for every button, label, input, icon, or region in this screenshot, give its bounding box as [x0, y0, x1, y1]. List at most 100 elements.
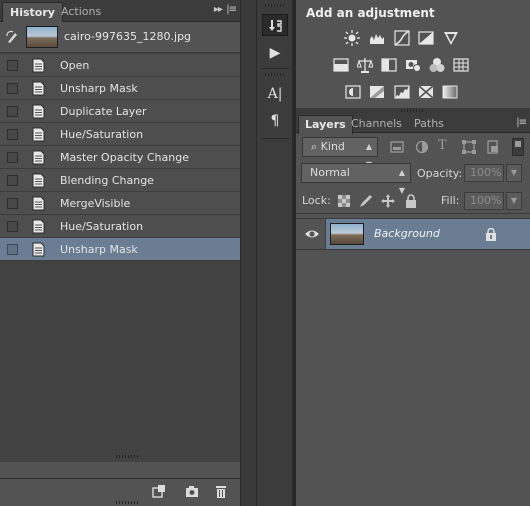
strip-grip-top[interactable]: [265, 4, 285, 7]
blend-mode-dropdown[interactable]: Normal ▲ ▼: [301, 163, 411, 195]
paragraph-icon[interactable]: ¶: [262, 110, 288, 132]
history-state-row[interactable]: MergeVisible: [0, 192, 240, 215]
history-state-label: Unsharp Mask: [60, 243, 138, 256]
history-state-row[interactable]: Unsharp Mask: [0, 238, 240, 261]
panel-menu-icon[interactable]: ▸▸ |≡: [214, 4, 237, 15]
history-source-checkbox[interactable]: [7, 83, 18, 94]
tab-channels[interactable]: Channels: [345, 115, 408, 134]
history-brush-source-icon[interactable]: [6, 30, 20, 44]
layer-visibility-toggle[interactable]: [296, 219, 326, 249]
history-state-row[interactable]: Unsharp Mask: [0, 77, 240, 100]
tab-paths[interactable]: Paths: [408, 115, 450, 134]
invert-icon[interactable]: [345, 84, 361, 100]
lock-transparent-pixels-icon[interactable]: [337, 194, 351, 208]
history-state-row[interactable]: Blending Change: [0, 169, 240, 192]
camera-icon[interactable]: [185, 485, 199, 498]
history-state-document-icon: [32, 219, 45, 234]
camera-filter-icon[interactable]: [405, 57, 421, 73]
channel-mixer-icon[interactable]: [429, 57, 445, 73]
layer-name[interactable]: Background: [374, 227, 440, 240]
type-layer-filter-icon[interactable]: T: [438, 138, 452, 153]
history-state-document-icon: [32, 58, 45, 73]
search-icon: ⌕: [311, 140, 318, 153]
footer-grip[interactable]: [116, 501, 140, 504]
layer-lock-icon: [486, 228, 496, 241]
history-state-label: Master Opacity Change: [60, 151, 189, 164]
resize-grip[interactable]: [116, 455, 140, 458]
pixel-layer-filter-icon[interactable]: [390, 140, 404, 154]
black-white-icon[interactable]: [381, 57, 397, 73]
opacity-dropdown-icon[interactable]: ▼: [506, 164, 522, 182]
layers-panel-menu-icon[interactable]: |≡: [516, 117, 527, 128]
history-state-document-icon: [32, 173, 45, 188]
gradient-map-icon[interactable]: [442, 84, 458, 100]
opacity-label: Opacity:: [417, 167, 463, 180]
strip-grip-mid[interactable]: [265, 73, 285, 76]
history-source-checkbox[interactable]: [7, 129, 18, 140]
adjustments-panel: Add an adjustment: [296, 0, 530, 114]
layer-filter-row: ⌕ Kind ▲▼ T: [296, 135, 530, 169]
history-snapshot[interactable]: cairo-997635_1280.jpg: [0, 22, 240, 53]
shape-layer-filter-icon[interactable]: [462, 140, 476, 154]
history-state-row[interactable]: Duplicate Layer: [0, 100, 240, 123]
layer-row-background[interactable]: Background: [296, 218, 530, 250]
character-icon[interactable]: A|: [262, 83, 288, 105]
history-list: cairo-997635_1280.jpg Open Unsharp Mask Du…: [0, 22, 240, 462]
history-scrollbar[interactable]: [240, 0, 256, 506]
history-state-row[interactable]: Hue/Saturation: [0, 215, 240, 238]
tab-actions[interactable]: Actions: [54, 2, 108, 22]
smart-object-filter-icon[interactable]: [486, 140, 500, 154]
history-source-checkbox[interactable]: [7, 221, 18, 232]
selective-color-icon[interactable]: [418, 84, 434, 100]
levels-icon[interactable]: [369, 30, 385, 46]
history-state-label: MergeVisible: [60, 197, 131, 210]
posterize-icon[interactable]: [369, 84, 385, 100]
lock-row: Lock: Fill: 100% ▼: [296, 188, 530, 214]
history-panel-tabbar: History Actions ▸▸ |≡: [0, 0, 240, 22]
history-panel: History Actions ▸▸ |≡ cairo-997635_1280.…: [0, 0, 240, 506]
brightness-contrast-icon[interactable]: [344, 30, 360, 46]
history-source-checkbox[interactable]: [7, 244, 18, 255]
history-footer: [0, 478, 240, 506]
fill-input[interactable]: 100%: [464, 192, 504, 210]
strip-divider: [261, 138, 289, 139]
history-state-label: Blending Change: [60, 174, 154, 187]
filter-toggle-switch[interactable]: [512, 138, 524, 156]
threshold-icon[interactable]: [394, 84, 410, 100]
vibrance-icon[interactable]: [333, 57, 349, 73]
history-state-label: Unsharp Mask: [60, 82, 138, 95]
lock-all-icon[interactable]: [404, 194, 418, 208]
history-state-row[interactable]: Open: [0, 54, 240, 77]
layers-panel-tabbar: Layers Channels Paths |≡: [296, 114, 530, 134]
lock-image-pixels-icon[interactable]: [359, 194, 373, 208]
color-lookup-icon[interactable]: [453, 57, 469, 73]
history-brush-icon[interactable]: [262, 14, 288, 36]
history-source-checkbox[interactable]: [7, 175, 18, 186]
gradient-triangle-icon[interactable]: [443, 30, 459, 46]
history-source-checkbox[interactable]: [7, 60, 18, 71]
history-state-document-icon: [32, 196, 45, 211]
new-document-from-state-icon[interactable]: [152, 485, 166, 498]
history-source-checkbox[interactable]: [7, 198, 18, 209]
history-state-document-icon: [32, 242, 45, 257]
divider-grip[interactable]: [401, 109, 425, 112]
adjustment-layer-filter-icon[interactable]: [415, 140, 429, 154]
history-state-row[interactable]: Master Opacity Change: [0, 146, 240, 169]
curves-icon[interactable]: [394, 30, 410, 46]
balance-icon[interactable]: [357, 57, 373, 73]
history-source-checkbox[interactable]: [7, 152, 18, 163]
filter-kind-dropdown[interactable]: ⌕ Kind ▲▼: [302, 137, 378, 169]
play-action-icon[interactable]: ▶: [262, 42, 288, 64]
exposure-icon[interactable]: [418, 30, 434, 46]
history-state-document-icon: [32, 150, 45, 165]
history-source-checkbox[interactable]: [7, 106, 18, 117]
layer-thumbnail: [330, 223, 364, 245]
opacity-input[interactable]: 100%: [464, 164, 504, 182]
fill-dropdown-icon[interactable]: ▼: [506, 192, 522, 210]
trash-icon[interactable]: [214, 485, 228, 498]
snapshot-label: cairo-997635_1280.jpg: [64, 30, 192, 43]
adjustments-title: Add an adjustment: [306, 6, 435, 20]
history-state-row[interactable]: Hue/Saturation: [0, 123, 240, 146]
filter-kind-value: Kind: [320, 140, 345, 153]
lock-position-icon[interactable]: [381, 194, 395, 208]
